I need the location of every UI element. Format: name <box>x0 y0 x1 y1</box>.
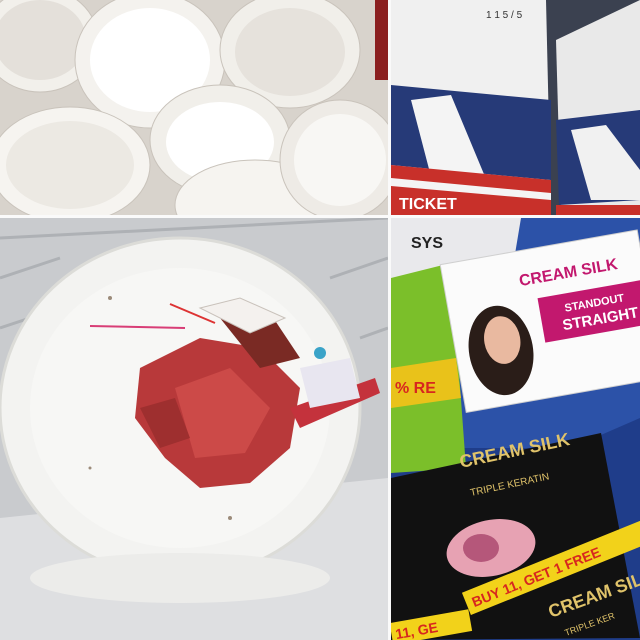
partial-sachet-text: SYS <box>411 235 443 252</box>
photo-collage: 1 1 5 / 5 TICKET SYS % RE CREAM SILK STA… <box>0 0 640 640</box>
plate-scraps-photo <box>0 218 388 640</box>
paper-bag-photo: 1 1 5 / 5 TICKET <box>391 0 640 215</box>
eggshell-photo <box>0 0 388 215</box>
collage-divider-horizontal <box>0 215 640 218</box>
bag-corner-label: 1 1 5 / 5 <box>486 10 523 21</box>
green-sachet-text: % RE <box>395 380 436 397</box>
collage-divider-vertical <box>388 0 391 640</box>
bag-banner-text: TICKET <box>399 196 457 213</box>
shampoo-sachet-photo: SYS % RE CREAM SILK STANDOUT STRAIGHT CR… <box>391 218 640 640</box>
